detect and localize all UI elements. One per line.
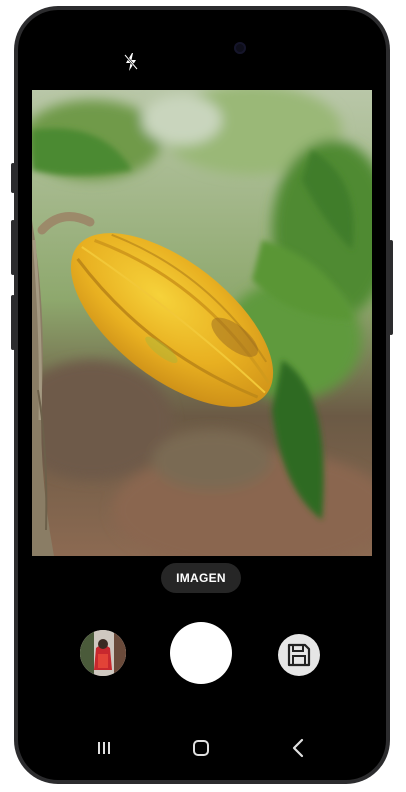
shutter-button[interactable] [170, 622, 232, 684]
gallery-thumbnail[interactable] [80, 630, 126, 676]
mode-label[interactable]: IMAGEN [161, 563, 241, 593]
flash-auto-icon[interactable] [123, 52, 139, 72]
front-camera [234, 42, 246, 54]
save-button[interactable] [278, 634, 320, 676]
power-button [389, 240, 393, 335]
volume-up-button [11, 163, 15, 193]
back-icon[interactable] [287, 736, 311, 760]
home-icon[interactable] [189, 736, 213, 760]
bixby-button [11, 295, 15, 350]
camera-viewfinder[interactable] [32, 90, 372, 556]
recents-icon[interactable] [92, 736, 116, 760]
volume-down-button [11, 220, 15, 275]
